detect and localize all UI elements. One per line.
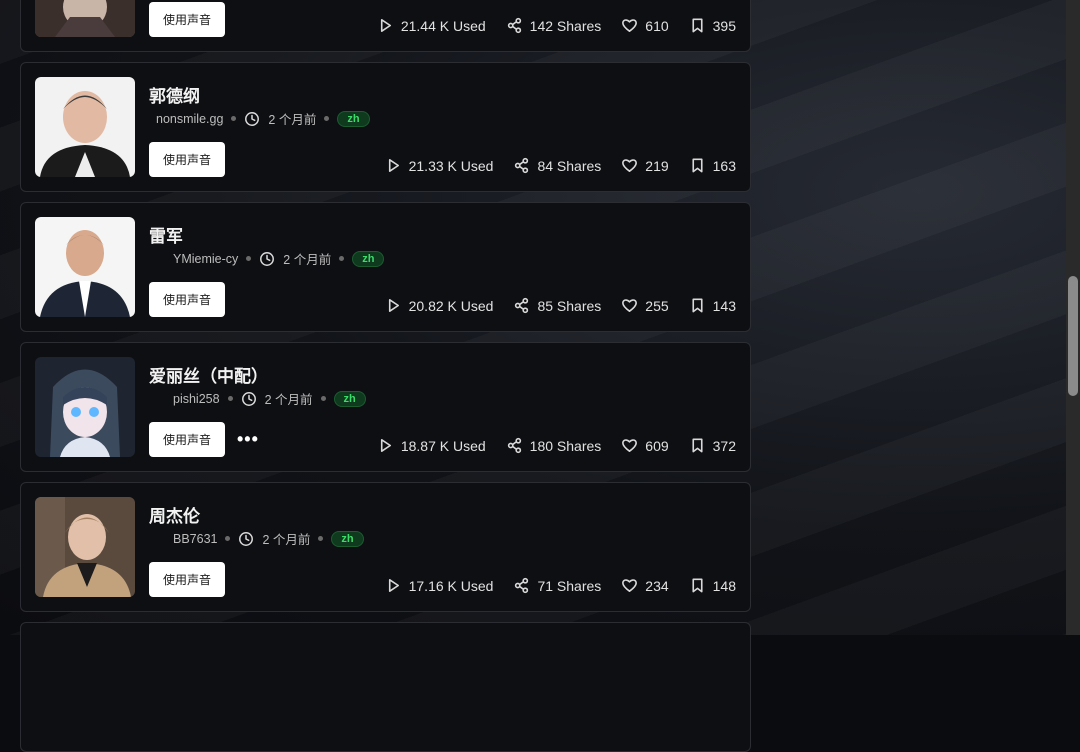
share-stat[interactable]: 85 Shares [513,297,601,314]
bookmark-icon [692,578,703,593]
voice-card[interactable]: 周杰伦 BB7631 2 个月前 zh 使用声音 17.16 K Used 71… [20,482,751,612]
voice-thumbnail [35,77,135,177]
play-icon [388,579,399,592]
stats-bar: 18.87 K Used 180 Shares 609 372 [357,437,736,454]
like-stat[interactable]: 610 [621,17,669,34]
voice-card[interactable]: 使用声音 21.44 K Used 142 Shares 610 395 [20,0,751,52]
heart-icon [622,19,638,32]
save-stat[interactable]: 148 [689,577,736,594]
used-stat: 17.16 K Used [385,577,493,594]
share-stat[interactable]: 84 Shares [513,157,601,174]
voice-title: 雷军 [149,227,183,246]
more-options-button[interactable]: ••• [237,429,259,450]
play-icon [388,299,399,312]
share-icon [515,157,529,174]
heart-icon [622,299,638,312]
heart-icon [622,579,638,592]
voice-title: 郭德纲 [149,87,200,106]
share-icon [507,437,521,454]
use-voice-button[interactable]: 使用声音 [149,142,225,177]
separator-dot [339,256,345,261]
time-ago: 2 个月前 [264,393,313,407]
author-name[interactable]: BB7631 [173,532,217,546]
separator-dot [227,396,233,401]
save-stat[interactable]: 163 [689,157,736,174]
voice-meta: BB7631 2 个月前 zh [173,529,364,548]
bookmark-icon [692,158,703,173]
voice-thumbnail [35,357,135,457]
used-stat: 21.44 K Used [377,17,486,34]
used-stat: 18.87 K Used [377,437,486,454]
time-ago: 2 个月前 [268,113,317,127]
like-stat[interactable]: 255 [621,297,669,314]
separator-dot [246,256,252,261]
voice-card[interactable]: 郭德纲 nonsmile.gg 2 个月前 zh 使用声音 21.33 K Us… [20,62,751,192]
voice-meta: pishi258 2 个月前 zh [173,389,366,408]
use-voice-button[interactable]: 使用声音 [149,282,225,317]
separator-dot [320,396,326,401]
clock-icon [260,251,275,266]
separator-dot [231,116,237,121]
use-voice-button[interactable]: 使用声音 [149,2,225,37]
play-icon [380,19,391,32]
stats-bar: 17.16 K Used 71 Shares 234 148 [365,577,736,594]
voice-title: 周杰伦 [149,507,200,526]
separator-dot [318,536,324,541]
author-name[interactable]: YMiemie-cy [173,252,238,266]
used-stat: 21.33 K Used [385,157,493,174]
save-stat[interactable]: 395 [689,17,736,34]
save-stat[interactable]: 372 [689,437,736,454]
language-badge: zh [331,530,364,547]
share-stat[interactable]: 71 Shares [513,577,601,594]
scrollbar-thumb[interactable] [1068,276,1078,396]
language-badge: zh [337,110,370,127]
voice-thumbnail [35,217,135,317]
voice-title: 爱丽丝（中配） [149,367,268,386]
time-ago: 2 个月前 [262,533,311,547]
like-stat[interactable]: 609 [621,437,669,454]
like-stat[interactable]: 219 [621,157,669,174]
voice-thumbnail [35,497,135,597]
clock-icon [245,111,260,126]
separator-dot [225,536,231,541]
clock-icon [239,531,254,546]
share-icon [507,17,521,34]
language-badge: zh [333,390,366,407]
play-icon [380,439,391,452]
used-stat: 20.82 K Used [385,297,493,314]
clock-icon [241,391,256,406]
stats-bar: 21.44 K Used 142 Shares 610 395 [357,17,736,34]
bookmark-icon [692,298,703,313]
heart-icon [622,439,638,452]
share-icon [515,577,529,594]
heart-icon [622,159,638,172]
language-badge: zh [352,250,385,267]
share-icon [515,297,529,314]
bookmark-icon [692,438,703,453]
voice-thumbnail [35,0,135,37]
separator-dot [324,116,330,121]
bookmark-icon [692,18,703,33]
voice-card[interactable]: 爱丽丝（中配） pishi258 2 个月前 zh 使用声音 ••• 18.87… [20,342,751,472]
use-voice-button[interactable]: 使用声音 [149,562,225,597]
stats-bar: 20.82 K Used 85 Shares 255 143 [365,297,736,314]
like-stat[interactable]: 234 [621,577,669,594]
voice-card[interactable] [20,622,751,752]
play-icon [388,159,399,172]
voice-card[interactable]: 雷军 YMiemie-cy 2 个月前 zh 使用声音 20.82 K Used… [20,202,751,332]
voice-meta: YMiemie-cy 2 个月前 zh [173,249,385,268]
author-name[interactable]: pishi258 [173,392,220,406]
time-ago: 2 个月前 [283,253,332,267]
share-stat[interactable]: 180 Shares [506,437,601,454]
use-voice-button[interactable]: 使用声音 [149,422,225,457]
share-stat[interactable]: 142 Shares [506,17,601,34]
save-stat[interactable]: 143 [689,297,736,314]
voice-meta: nonsmile.gg 2 个月前 zh [156,109,370,128]
author-name[interactable]: nonsmile.gg [156,112,223,126]
stats-bar: 21.33 K Used 84 Shares 219 163 [365,157,736,174]
